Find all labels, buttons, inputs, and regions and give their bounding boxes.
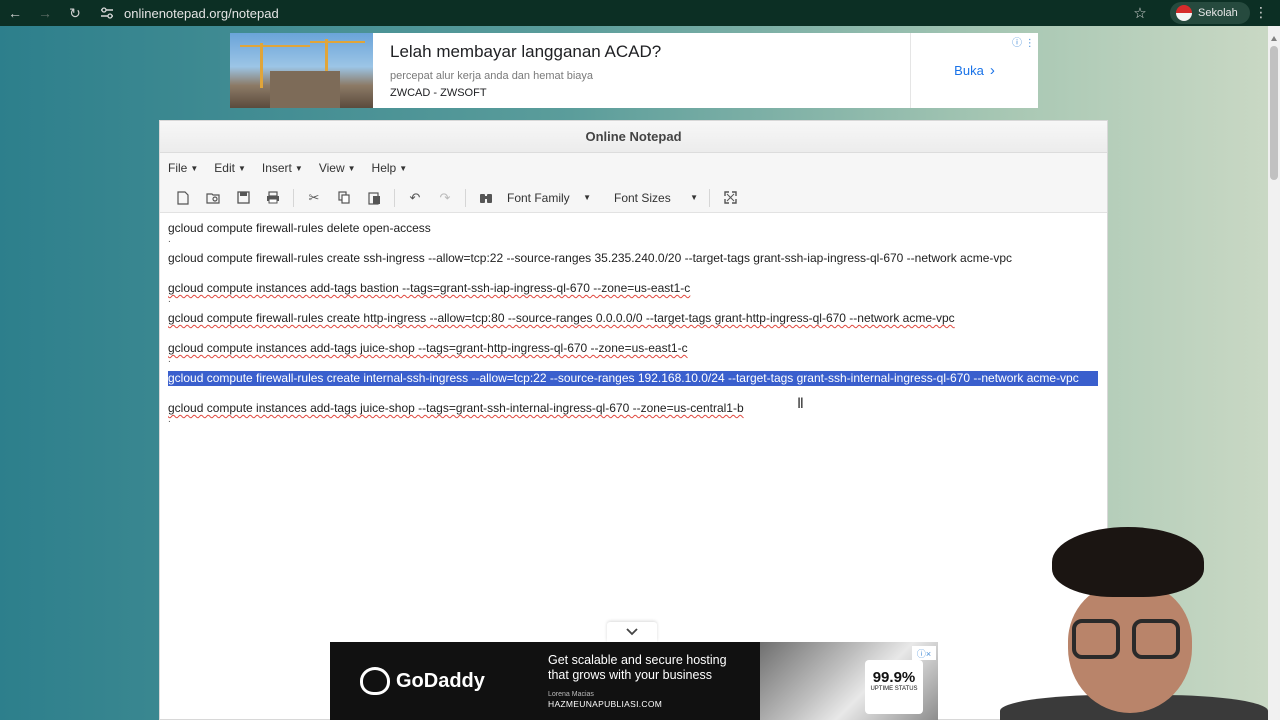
menu-insert-label: Insert xyxy=(261,161,292,175)
uptime-label: UPTIME STATUS xyxy=(870,686,918,692)
site-settings-icon[interactable] xyxy=(100,6,114,20)
address-bar[interactable]: onlinenotepad.org/notepad xyxy=(100,0,279,26)
notepad-toolbar: ✂ ↶ ↷ Font Family ▼ Font Sizes ▼ xyxy=(160,183,1107,213)
menu-insert[interactable]: Insert ▼ xyxy=(262,161,303,175)
ad-domain: HAZMEUNAPUBLIASI.COM xyxy=(548,699,663,709)
back-icon[interactable]: ← xyxy=(0,0,30,26)
profile-label: Sekolah xyxy=(1198,7,1238,19)
profile-avatar xyxy=(1176,5,1192,21)
fullscreen-icon[interactable] xyxy=(715,186,745,210)
scrollbar-thumb[interactable] xyxy=(1270,46,1278,180)
toolbar-divider xyxy=(293,188,294,207)
toolbar-divider xyxy=(465,188,466,207)
bookmark-star-icon[interactable]: ☆ xyxy=(1130,3,1150,23)
menu-help[interactable]: Help ▼ xyxy=(372,161,408,175)
top-banner-ad[interactable]: Lelah membayar langganan ACAD? percepat … xyxy=(230,33,1038,108)
caret-down-icon: ▼ xyxy=(690,193,698,202)
browser-toolbar: ← → ↻ onlinenotepad.org/notepad ☆ Sekola… xyxy=(0,0,1280,26)
toolbar-divider xyxy=(394,188,395,207)
ad-choices-icon[interactable]: ⓘ ⋮ xyxy=(1012,34,1035,49)
notepad-title: Online Notepad xyxy=(160,121,1107,153)
godaddy-brand-text: GoDaddy xyxy=(396,669,485,692)
godaddy-mark-icon xyxy=(360,667,390,695)
editor-blank-line xyxy=(168,266,1099,281)
editor-separator: . xyxy=(168,234,171,245)
caret-down-icon: ▼ xyxy=(583,193,591,202)
url-text[interactable]: onlinenotepad.org/notepad xyxy=(124,6,279,21)
menu-help-label: Help xyxy=(371,161,397,175)
webcam-overlay xyxy=(1000,525,1268,720)
menu-edit[interactable]: Edit ▼ xyxy=(214,161,246,175)
new-file-icon[interactable] xyxy=(168,186,198,210)
font-sizes-label: Font Sizes xyxy=(614,190,671,205)
menu-view[interactable]: View ▼ xyxy=(319,161,356,175)
collapse-ad-chevron-icon[interactable] xyxy=(607,622,657,642)
forward-icon[interactable]: → xyxy=(30,0,60,26)
font-family-label: Font Family xyxy=(507,190,570,205)
notepad-menubar: File ▼ Edit ▼ Insert ▼ View ▼ Help ▼ xyxy=(160,153,1107,183)
reload-icon[interactable]: ↻ xyxy=(60,0,90,26)
caret-down-icon: ▼ xyxy=(347,163,356,173)
bottom-banner-ad[interactable]: GoDaddy Get scalable and secure hosting … xyxy=(330,642,938,720)
uptime-value: 99.9% xyxy=(872,669,916,686)
font-sizes-select[interactable]: Font Sizes ▼ xyxy=(608,186,704,210)
editor-line: gcloud compute instances add-tags juice-… xyxy=(168,401,744,415)
editor-line: gcloud compute firewall-rules create ssh… xyxy=(168,251,1013,265)
menu-view-label: View xyxy=(318,161,345,175)
editor-separator: . xyxy=(168,294,171,305)
font-family-select[interactable]: Font Family ▼ xyxy=(501,186,597,210)
caret-down-icon: ▼ xyxy=(399,163,408,173)
chevron-right-icon: › xyxy=(989,62,995,79)
editor-line: gcloud compute firewall-rules delete ope… xyxy=(168,221,431,235)
caret-down-icon: ▼ xyxy=(294,163,303,173)
ad-brand: ZWCAD - ZWSOFT xyxy=(390,87,487,99)
editor-line: gcloud compute firewall-rules create htt… xyxy=(168,311,955,325)
undo-icon[interactable]: ↶ xyxy=(400,186,430,210)
godaddy-logo: GoDaddy xyxy=(360,667,520,695)
save-icon[interactable] xyxy=(228,186,258,210)
find-binoculars-icon[interactable] xyxy=(471,186,501,210)
ad-construction-image xyxy=(230,33,373,108)
toolbar-divider xyxy=(709,188,710,207)
copy-icon[interactable] xyxy=(329,186,359,210)
notepad-editor[interactable]: gcloud compute firewall-rules delete ope… xyxy=(160,213,1107,431)
ad-headline[interactable]: Lelah membayar langganan ACAD? xyxy=(390,42,910,62)
profile-button[interactable]: Sekolah xyxy=(1170,2,1250,24)
cut-icon[interactable]: ✂ xyxy=(299,186,329,210)
ad-subtitle: percepat alur kerja anda dan hemat biaya xyxy=(390,70,594,82)
ad-open-label: Buka xyxy=(954,63,984,78)
text-cursor-icon: Ⅱ xyxy=(797,395,804,411)
editor-line: gcloud compute instances add-tags bastio… xyxy=(168,281,691,295)
caret-down-icon: ▼ xyxy=(237,163,246,173)
menu-edit-label: Edit xyxy=(214,161,235,175)
glasses-left xyxy=(1072,619,1120,659)
editor-separator: . xyxy=(168,354,171,365)
editor-blank-line xyxy=(168,386,1099,401)
editor-line: gcloud compute instances add-tags juice-… xyxy=(168,341,688,355)
uptime-badge: 99.9% UPTIME STATUS xyxy=(865,660,923,714)
browser-menu-icon[interactable]: ⋮ xyxy=(1254,4,1268,21)
paste-icon[interactable] xyxy=(359,186,389,210)
menu-file-label: File xyxy=(168,161,188,175)
open-file-icon[interactable] xyxy=(198,186,228,210)
scroll-up-arrow-icon[interactable] xyxy=(1271,36,1277,41)
glasses-right xyxy=(1132,619,1180,659)
editor-separator: . xyxy=(168,414,171,425)
caret-down-icon: ▼ xyxy=(190,163,199,173)
redo-icon[interactable]: ↷ xyxy=(430,186,460,210)
ad-person-name: Lorena Macias xyxy=(548,691,594,698)
menu-file[interactable]: File ▼ xyxy=(168,161,198,175)
ad-close-icon[interactable]: ⓘ× xyxy=(912,646,936,660)
editor-selected-line: gcloud compute firewall-rules create int… xyxy=(168,371,1098,386)
print-icon[interactable] xyxy=(258,186,288,210)
editor-blank-line xyxy=(168,326,1099,341)
ad-copy: Get scalable and secure hosting that gro… xyxy=(548,653,727,682)
webcam-hair xyxy=(1052,527,1204,597)
